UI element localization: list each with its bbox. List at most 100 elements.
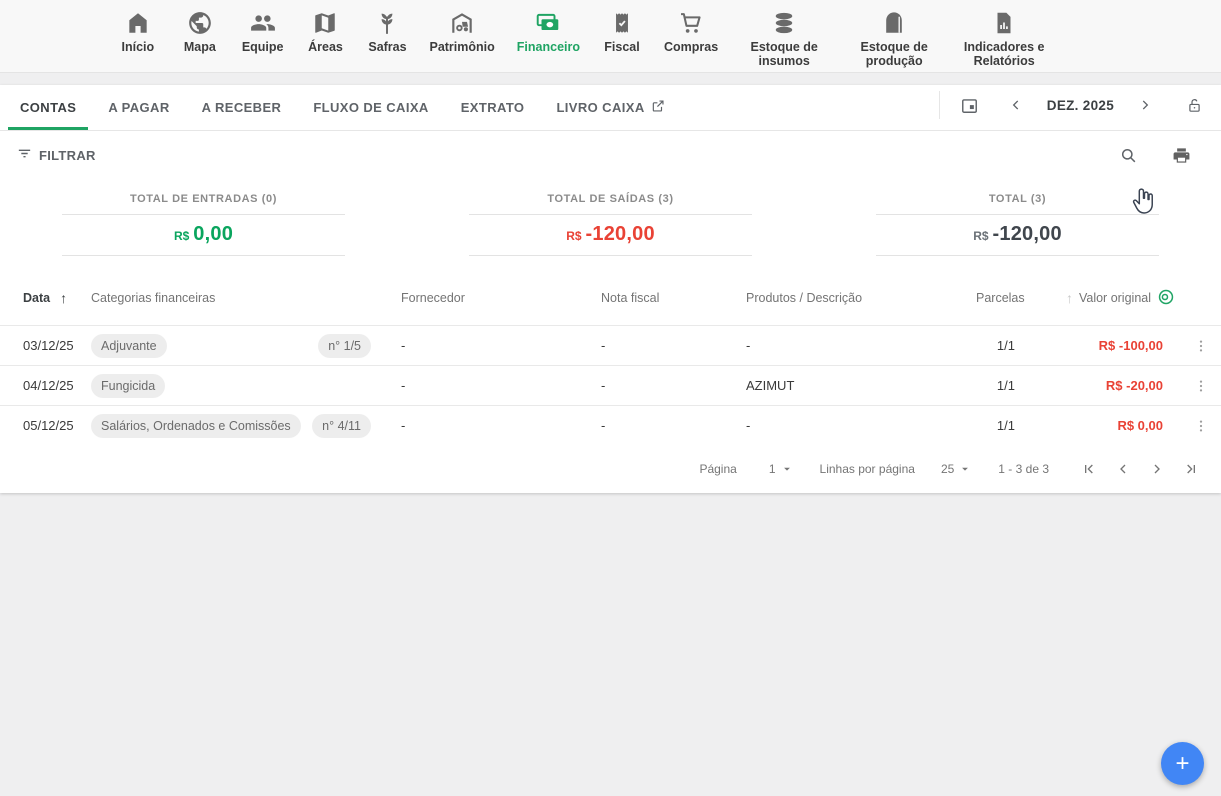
filter-button[interactable]: FILTRAR	[16, 145, 96, 165]
cell-date: 03/12/25	[23, 338, 91, 353]
tabs-row: CONTAS A PAGAR A RECEBER FLUXO DE CAIXA …	[0, 85, 1221, 131]
nav-item-inicio[interactable]: Início	[118, 8, 158, 54]
nav-item-label: Início	[121, 40, 154, 54]
period-label[interactable]: DEZ. 2025	[1031, 98, 1130, 113]
category-chip: Fungicida	[91, 374, 165, 398]
summary-cards: TOTAL DE ENTRADAS (0) R$0,00 TOTAL DE SA…	[0, 179, 1221, 271]
unlock-icon[interactable]	[1182, 93, 1207, 118]
column-header-parcelas[interactable]: Parcelas	[976, 291, 1021, 305]
summary-value: R$-120,00	[469, 214, 752, 256]
column-header-fornecedor[interactable]: Fornecedor	[401, 291, 601, 305]
summary-title: TOTAL DE ENTRADAS (0)	[62, 193, 345, 205]
tab-label: A PAGAR	[108, 100, 169, 115]
page-label: Página	[699, 462, 736, 476]
report-chart-icon	[991, 8, 1017, 38]
tab-a-receber[interactable]: A RECEBER	[190, 85, 294, 130]
tab-fluxo-de-caixa[interactable]: FLUXO DE CAIXA	[301, 85, 440, 130]
nav-item-indicadores[interactable]: Indicadores e Relatórios	[960, 8, 1048, 68]
tab-a-pagar[interactable]: A PAGAR	[96, 85, 181, 130]
nav-item-label: Compras	[664, 40, 718, 54]
add-entry-fab[interactable]: +	[1161, 742, 1204, 785]
nav-item-mapa[interactable]: Mapa	[180, 8, 220, 54]
currency-prefix: R$	[174, 229, 189, 243]
cell-installments: 1/1	[976, 378, 1021, 393]
column-header-nota-fiscal[interactable]: Nota fiscal	[601, 291, 746, 305]
cart-icon	[678, 8, 704, 38]
nav-item-estoque-producao[interactable]: Estoque de produção	[850, 8, 938, 68]
nav-item-areas[interactable]: Áreas	[305, 8, 345, 54]
range-indicator: 1 - 3 de 3	[998, 462, 1049, 476]
currency-prefix: R$	[566, 229, 581, 243]
chevron-right-icon[interactable]	[1134, 94, 1156, 116]
column-header-data[interactable]: Data ↑	[23, 290, 91, 306]
sort-hint-icon: ↑	[1066, 290, 1073, 306]
column-header-valor[interactable]: ↑ Valor original	[1021, 288, 1181, 309]
cell-value: R$ -20,00	[1021, 378, 1181, 393]
nav-item-label: Áreas	[308, 40, 343, 54]
nav-item-safras[interactable]: Safras	[367, 8, 407, 54]
tab-label: A RECEBER	[202, 100, 282, 115]
page-select[interactable]: 1	[769, 462, 792, 476]
installment-number-chip: n° 4/11	[312, 414, 371, 438]
cell-category: Fungicida	[91, 374, 401, 398]
first-page-icon[interactable]	[1077, 457, 1101, 481]
map-icon	[312, 8, 338, 38]
plus-icon: +	[1175, 752, 1189, 776]
nav-item-label: Fiscal	[604, 40, 639, 54]
table-row[interactable]: 04/12/25 Fungicida - - AZIMUT 1/1 R$ -20…	[0, 365, 1221, 405]
filter-row: FILTRAR	[0, 131, 1221, 179]
category-chip: Adjuvante	[91, 334, 167, 358]
table-row[interactable]: 05/12/25 Salários, Ordenados e Comissões…	[0, 405, 1221, 445]
nav-item-patrimonio[interactable]: Patrimônio	[429, 8, 494, 54]
coin-icon[interactable]	[1157, 288, 1175, 309]
silo-icon	[881, 8, 907, 38]
cell-date: 05/12/25	[23, 418, 91, 433]
cell-category: Salários, Ordenados e Comissões n° 4/11	[91, 414, 401, 438]
cell-date: 04/12/25	[23, 378, 91, 393]
filter-label: FILTRAR	[39, 148, 96, 163]
search-icon[interactable]	[1115, 142, 1142, 169]
globe-icon	[187, 8, 213, 38]
tab-livro-caixa[interactable]: LIVRO CAIXA	[544, 85, 676, 130]
rows-per-page-select[interactable]: 25	[941, 462, 970, 476]
table-header: Data ↑ Categorias financeiras Fornecedor…	[0, 271, 1221, 325]
print-icon[interactable]	[1168, 142, 1195, 169]
next-page-icon[interactable]	[1145, 457, 1169, 481]
summary-title: TOTAL DE SAÍDAS (3)	[469, 193, 752, 205]
nav-item-estoque-insumos[interactable]: Estoque de insumos	[740, 8, 828, 68]
cell-installments: 1/1	[976, 338, 1021, 353]
external-link-icon	[651, 99, 665, 116]
category-chip: Salários, Ordenados e Comissões	[91, 414, 301, 438]
nav-item-equipe[interactable]: Equipe	[242, 8, 284, 54]
nav-item-compras[interactable]: Compras	[664, 8, 718, 54]
cell-supplier: -	[401, 418, 601, 433]
sort-ascending-icon[interactable]: ↑	[60, 290, 67, 306]
wheat-icon	[374, 8, 400, 38]
nav-item-fiscal[interactable]: Fiscal	[602, 8, 642, 54]
calendar-button[interactable]	[956, 92, 983, 119]
tab-contas[interactable]: CONTAS	[8, 85, 88, 130]
nav-item-financeiro[interactable]: Financeiro	[517, 8, 580, 54]
table-row[interactable]: 03/12/25 Adjuvante n° 1/5 - - - 1/1 R$ -…	[0, 325, 1221, 365]
column-header-categorias[interactable]: Categorias financeiras	[91, 291, 401, 305]
people-icon	[250, 8, 276, 38]
previous-page-icon[interactable]	[1111, 457, 1135, 481]
last-page-icon[interactable]	[1179, 457, 1203, 481]
row-menu-kebab-icon[interactable]	[1189, 414, 1213, 438]
row-menu-kebab-icon[interactable]	[1189, 374, 1213, 398]
row-menu-kebab-icon[interactable]	[1189, 334, 1213, 358]
cell-supplier: -	[401, 338, 601, 353]
column-header-produtos[interactable]: Produtos / Descrição	[746, 291, 976, 305]
summary-card-saidas: TOTAL DE SAÍDAS (3) R$-120,00	[469, 193, 752, 271]
chevron-left-icon[interactable]	[1005, 94, 1027, 116]
installment-number-chip: n° 1/5	[318, 334, 371, 358]
cell-products: -	[746, 418, 976, 433]
cell-value: R$ 0,00	[1021, 418, 1181, 433]
cell-value: R$ -100,00	[1021, 338, 1181, 353]
tab-label: EXTRATO	[461, 100, 525, 115]
summary-value: R$0,00	[62, 214, 345, 256]
finance-panel: CONTAS A PAGAR A RECEBER FLUXO DE CAIXA …	[0, 85, 1221, 493]
cell-installments: 1/1	[976, 418, 1021, 433]
nav-item-label: Safras	[368, 40, 406, 54]
tab-extrato[interactable]: EXTRATO	[449, 85, 537, 130]
